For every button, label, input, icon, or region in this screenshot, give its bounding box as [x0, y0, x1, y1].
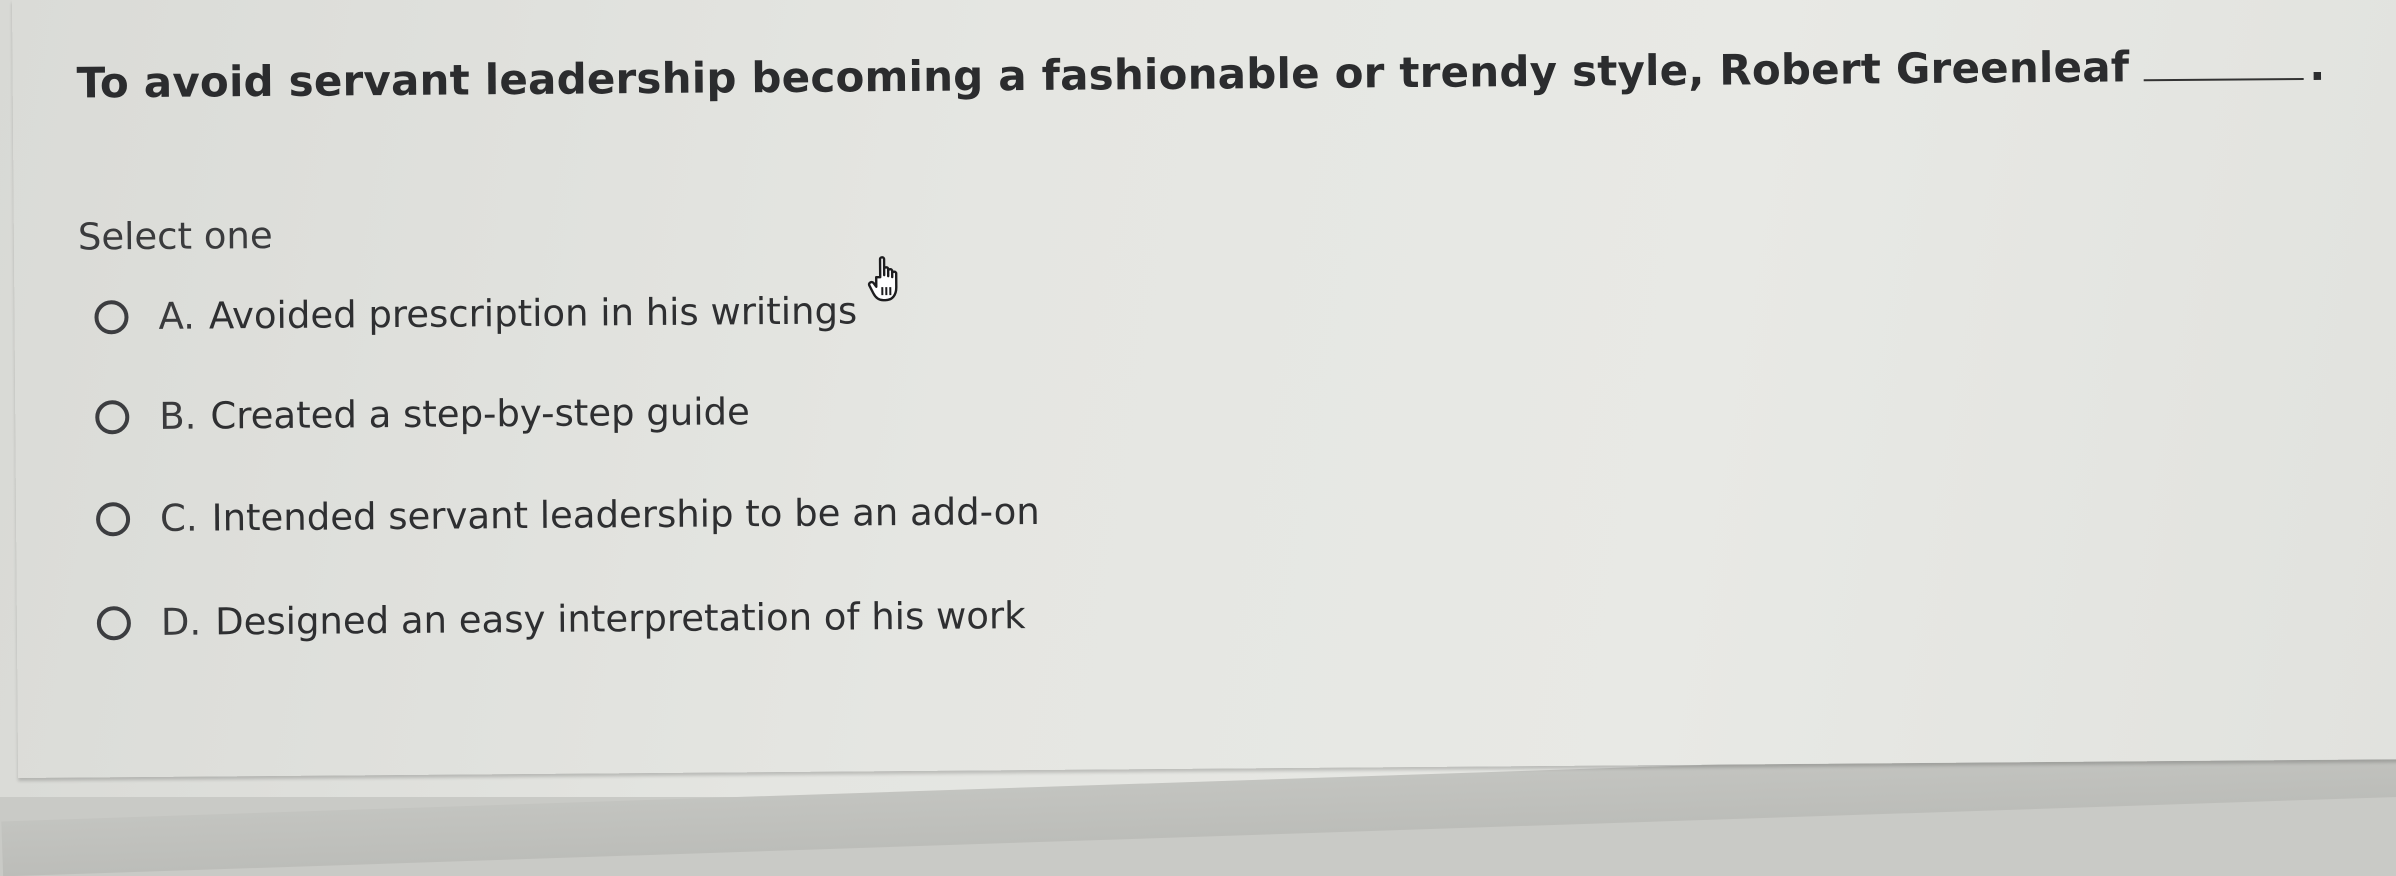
radio-button-b[interactable]: [95, 400, 129, 434]
question-end-punct: .: [2309, 41, 2326, 90]
select-one-prompt: Select one: [78, 214, 273, 259]
option-letter: A.: [158, 295, 195, 338]
question-stem: To avoid servant leadership becoming a f…: [76, 40, 2325, 108]
answer-blank: [2143, 40, 2303, 81]
radio-button-c[interactable]: [96, 502, 130, 536]
radio-button-d[interactable]: [97, 606, 131, 640]
option-c[interactable]: C. Intended servant leadership to be an …: [96, 490, 1040, 540]
option-d[interactable]: D. Designed an easy interpretation of hi…: [97, 594, 1026, 644]
option-label[interactable]: Intended servant leadership to be an add…: [212, 490, 1040, 540]
question-card: To avoid servant leadership becoming a f…: [12, 0, 2396, 778]
hand-pointer-icon: [866, 255, 906, 305]
option-letter: D.: [161, 601, 202, 644]
option-letter: C.: [160, 497, 198, 540]
option-label[interactable]: Created a step-by-step guide: [210, 390, 750, 437]
option-b[interactable]: B. Created a step-by-step guide: [95, 390, 750, 438]
screen: To avoid servant leadership becoming a f…: [0, 0, 2396, 797]
option-a[interactable]: A. Avoided prescription in his writings: [94, 289, 857, 338]
radio-button-a[interactable]: [94, 300, 128, 334]
option-label[interactable]: Designed an easy interpretation of his w…: [215, 594, 1026, 643]
option-letter: B.: [159, 395, 196, 438]
option-label[interactable]: Avoided prescription in his writings: [209, 289, 858, 337]
question-text: To avoid servant leadership becoming a f…: [76, 42, 2129, 107]
